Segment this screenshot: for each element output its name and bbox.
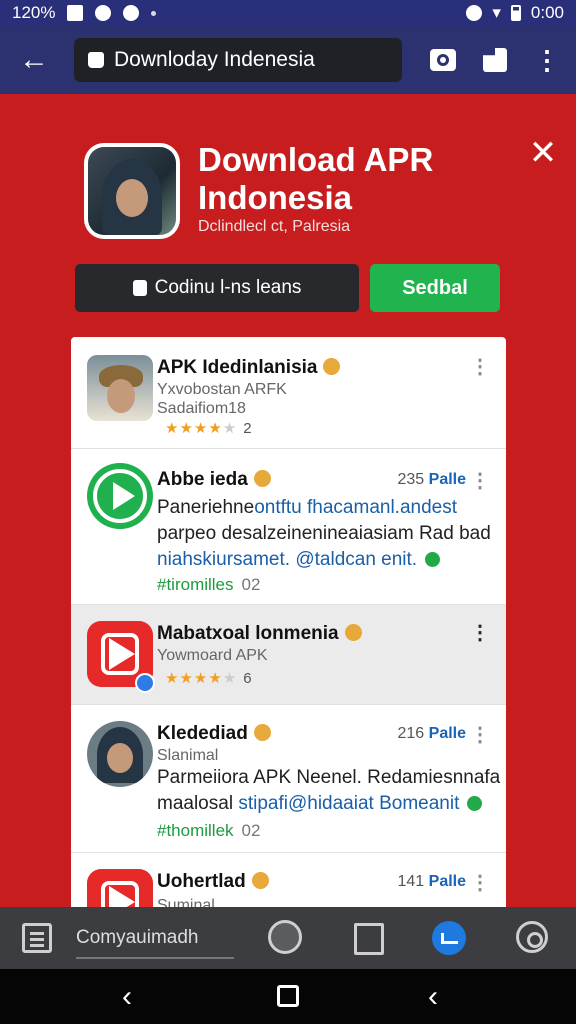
item-size: 141 Palle [397, 873, 466, 890]
settings-icon[interactable] [516, 921, 548, 953]
location-icon [123, 5, 140, 21]
item-description-1: Panerieh­neontftu fhacamanl.andest [157, 497, 458, 518]
verified-icon [425, 552, 441, 567]
primary-button-label: Codinu l-ns leans [154, 277, 302, 298]
star-rating: ★★★★★ 6 [165, 670, 252, 687]
verified-icon [467, 796, 483, 811]
share-button[interactable] [480, 45, 510, 75]
item-hashtag[interactable]: #thomillek 02 [157, 821, 260, 841]
top-app-bar: ← Downloday Indenesia ⋮ [0, 26, 576, 94]
item-more-icon[interactable]: ⋮ [470, 725, 490, 745]
item-title: Mabatxoal lonmenia [157, 623, 362, 645]
notification-dot-icon [151, 10, 157, 16]
check-icon[interactable] [432, 921, 466, 955]
nav-back-icon[interactable]: ‹ [122, 982, 132, 1012]
back-arrow-icon[interactable]: ← [14, 40, 54, 80]
star-rating: ★★★★★ 2 [165, 420, 252, 437]
share-icon [483, 48, 507, 72]
item-thumbnail [87, 355, 153, 421]
address-text: Downloday Indenesia [114, 48, 315, 71]
item-title: Uohertlad [157, 871, 269, 893]
item-detail: Sadaifiom18 [157, 400, 246, 417]
badge-icon [135, 673, 155, 693]
lock-icon [88, 52, 104, 68]
close-icon[interactable]: ✕ [526, 136, 560, 170]
thumbs-up-icon [132, 280, 147, 296]
item-description-3: niahskiursamet. @taldcan enit. [157, 547, 441, 573]
clock-icon[interactable] [268, 920, 302, 954]
camera-button[interactable] [428, 45, 458, 75]
list-item[interactable]: Mabatxoal lonmenia Yowmoard APK ★★★★★ 6 ⋮ [71, 605, 506, 705]
wifi-icon: ▾ [492, 3, 501, 22]
play-icon [113, 482, 135, 510]
nav-home-icon[interactable] [277, 985, 299, 1007]
play-icon [109, 638, 135, 670]
app-avatar [84, 143, 180, 239]
sync-icon [95, 5, 112, 21]
status-battery-percent: 120% [12, 3, 56, 22]
item-more-icon[interactable]: ⋮ [470, 471, 490, 491]
secondary-button-label: Sedbal [402, 276, 468, 299]
address-bar[interactable]: Downloday Indenesia [74, 38, 402, 82]
item-title: Abbe ieda [157, 469, 271, 491]
item-hashtag[interactable]: #tiromilles 02 [157, 575, 260, 595]
primary-button[interactable]: Codinu l-ns leans [75, 264, 359, 312]
item-description-2: parpeo desalzeinenineaiasiam Rad bad [157, 523, 491, 544]
toolbar-input[interactable]: Comyauimadh [76, 921, 234, 959]
list-item[interactable]: Abbe ieda 235 Palle ⋮ Panerieh­neontftu … [71, 449, 506, 605]
item-more-icon[interactable]: ⋮ [470, 357, 490, 377]
list-item[interactable]: Kledediad 216 Palle ⋮ Slanimal Parmeiior… [71, 705, 506, 853]
item-subtitle: Slanimal [157, 747, 219, 764]
emoji-icon [253, 470, 271, 487]
item-subtitle: Yowmoard APK [157, 647, 268, 664]
more-icon[interactable]: ⋮ [532, 45, 562, 75]
item-title: APK Idedinlanisia [157, 357, 341, 379]
item-description-1: Parmeiiora APK Neenel. Redamiesnnafa [157, 767, 501, 788]
status-bar: 120% ▾ 0:00 [0, 0, 576, 26]
item-thumbnail [87, 463, 153, 529]
document-icon[interactable] [22, 923, 52, 953]
battery-icon [510, 5, 521, 21]
item-thumbnail [87, 621, 155, 693]
secondary-button[interactable]: Sedbal [370, 264, 500, 312]
item-size: 216 Palle [397, 725, 466, 742]
camera-icon [430, 49, 456, 71]
status-clock: 0:00 [530, 3, 564, 22]
item-more-icon[interactable]: ⋮ [470, 873, 490, 893]
app-list: APK Idedinlanisia Yxvobostan ARFK Sadaif… [71, 337, 506, 917]
item-title: Kledediad [157, 723, 271, 745]
list-item[interactable]: APK Idedinlanisia Yxvobostan ARFK Sadaif… [71, 337, 506, 449]
emoji-icon [251, 872, 269, 889]
nav-recent-icon[interactable]: ‹ [428, 982, 438, 1012]
page-title: Download APR Indonesia [198, 141, 434, 216]
item-description-2: maalosal stipafi@hidaaiat Bomeanit [157, 791, 483, 817]
item-size: 235 Palle [397, 471, 466, 488]
emoji-icon [344, 624, 362, 641]
item-more-icon[interactable]: ⋮ [470, 623, 490, 643]
flag-icon[interactable] [354, 923, 384, 955]
gallery-icon [67, 5, 84, 21]
system-nav-bar: ‹ ‹ [0, 969, 576, 1024]
alarm-icon [466, 5, 483, 21]
emoji-icon [323, 358, 341, 375]
page-subtitle: Dclindlecl ct, Palresia [198, 218, 351, 235]
item-subtitle: Yxvobostan ARFK [157, 381, 287, 398]
item-thumbnail [87, 721, 153, 787]
emoji-icon [253, 724, 271, 741]
